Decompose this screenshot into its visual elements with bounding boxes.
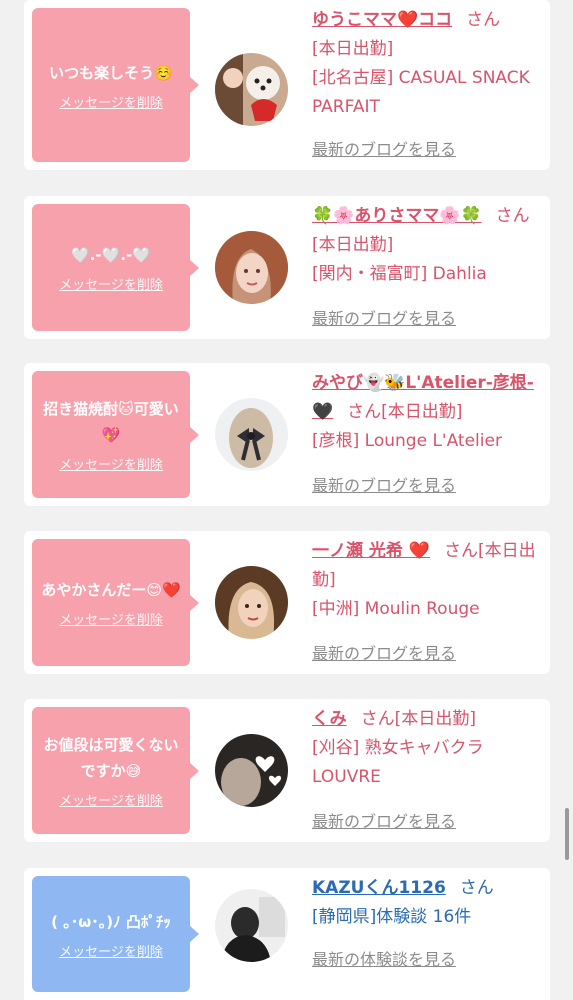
blog-link[interactable]: 最新のブログを見る bbox=[312, 640, 456, 664]
shop-location: [関内・福富町] Dahlia bbox=[312, 264, 487, 284]
message-text: いつも楽しそう☺️ bbox=[49, 63, 173, 82]
message-bubble: お値段は可愛くないですか😅 メッセージを削除 bbox=[32, 707, 199, 834]
user-name-link[interactable]: くみ bbox=[312, 709, 347, 729]
user-info: KAZUくん1126 さん [静岡県]体験談 16件 bbox=[312, 874, 538, 932]
avatar-dog-photo-icon bbox=[215, 53, 288, 126]
message-card: 招き猫焼酎🐱可愛い💖 メッセージを削除 みやび👻🐝L'Atelier-彦根-🖤 さ… bbox=[24, 363, 550, 506]
scrollbar[interactable] bbox=[565, 808, 569, 860]
user-info: 🍀🌸ありさママ🌸🍀 さん[本日出勤] [関内・福富町] Dahlia bbox=[312, 202, 538, 289]
message-card: いつも楽しそう☺️ メッセージを削除 ゆうこママ❤️ココ さん [本日出勤] [北… bbox=[24, 0, 550, 170]
message-bubble: あやかさんだー😊❤️ メッセージを削除 bbox=[32, 539, 199, 666]
delete-message-link[interactable]: メッセージを削除 bbox=[59, 274, 163, 293]
honorific: さん[本日出勤] bbox=[360, 709, 476, 729]
shop-location: [彦根] Lounge L'Atelier bbox=[312, 431, 502, 451]
user-info: くみ さん[本日出勤] [刈谷] 熟女キャバクラ LOUVRE bbox=[312, 705, 538, 792]
user-name-link[interactable]: 🍀🌸ありさママ🌸🍀 bbox=[312, 206, 482, 226]
message-card: ( ｡･ω･｡)ﾉ 凸ﾎﾟﾁｯ メッセージを削除 KAZUくん1126 さん [静… bbox=[24, 868, 550, 1000]
blog-link[interactable]: 最新のブログを見る bbox=[312, 136, 456, 160]
avatar[interactable] bbox=[215, 889, 288, 962]
blog-link[interactable]: 最新のブログを見る bbox=[312, 808, 456, 832]
user-info: みやび👻🐝L'Atelier-彦根-🖤 さん[本日出勤] [彦根] Lounge … bbox=[312, 369, 538, 456]
honorific: さん bbox=[466, 10, 501, 30]
message-text: あやかさんだー😊❤️ bbox=[41, 581, 181, 599]
message-card: お値段は可愛くないですか😅 メッセージを削除 くみ さん[本日出勤] [刈谷] 熟… bbox=[24, 699, 550, 842]
blog-link[interactable]: 最新のブログを見る bbox=[312, 472, 456, 496]
shop-location: [北名古屋] CASUAL SNACK PARFAIT bbox=[312, 68, 530, 117]
avatar[interactable] bbox=[215, 53, 288, 126]
message-text: 招き猫焼酎🐱可愛い💖 bbox=[43, 400, 179, 444]
user-name-link[interactable]: ゆうこママ❤️ココ bbox=[312, 10, 452, 30]
message-bubble: 🤍.-🤍.-🤍 メッセージを削除 bbox=[32, 204, 199, 331]
delete-message-link[interactable]: メッセージを削除 bbox=[59, 92, 163, 111]
message-text: ( ｡･ω･｡)ﾉ 凸ﾎﾟﾁｯ bbox=[51, 912, 171, 931]
avatar-woman-photo-icon bbox=[215, 566, 288, 639]
avatar[interactable] bbox=[215, 231, 288, 304]
user-name-link[interactable]: KAZUくん1126 bbox=[312, 878, 446, 898]
message-card: 🤍.-🤍.-🤍 メッセージを削除 🍀🌸ありさママ🌸🍀 さん[本日出勤] [関内・福… bbox=[24, 196, 550, 339]
message-bubble: いつも楽しそう☺️ メッセージを削除 bbox=[32, 8, 199, 162]
message-text: お値段は可愛くないですか😅 bbox=[43, 736, 179, 780]
avatar-woman-photo-icon bbox=[215, 231, 288, 304]
user-info: ゆうこママ❤️ココ さん [本日出勤] [北名古屋] CASUAL SNACK P… bbox=[312, 6, 538, 122]
shop-location: [刈谷] 熟女キャバクラ LOUVRE bbox=[312, 738, 484, 787]
avatar-hearts-photo-icon bbox=[215, 734, 288, 807]
delete-message-link[interactable]: メッセージを削除 bbox=[59, 609, 163, 628]
delete-message-link[interactable]: メッセージを削除 bbox=[59, 454, 163, 473]
avatar[interactable] bbox=[215, 398, 288, 471]
honorific: さん[本日出勤] bbox=[347, 402, 463, 422]
honorific: さん bbox=[459, 878, 494, 898]
review-count: [静岡県]体験談 16件 bbox=[312, 907, 472, 927]
delete-message-link[interactable]: メッセージを削除 bbox=[59, 790, 163, 809]
review-link[interactable]: 最新の体験談を見る bbox=[312, 946, 456, 970]
message-bubble: ( ｡･ω･｡)ﾉ 凸ﾎﾟﾁｯ メッセージを削除 bbox=[32, 876, 199, 992]
blog-link[interactable]: 最新のブログを見る bbox=[312, 305, 456, 329]
user-name-link[interactable]: 一ノ瀬 光希 ❤️ bbox=[312, 541, 430, 561]
work-status: [本日出勤] bbox=[312, 39, 394, 59]
delete-message-link[interactable]: メッセージを削除 bbox=[59, 941, 163, 960]
user-info: 一ノ瀬 光希 ❤️ さん[本日出勤] [中洲] Moulin Rouge bbox=[312, 537, 538, 624]
avatar[interactable] bbox=[215, 566, 288, 639]
avatar-man-photo-icon bbox=[215, 889, 288, 962]
message-bubble: 招き猫焼酎🐱可愛い💖 メッセージを削除 bbox=[32, 371, 199, 498]
avatar-hair-ribbon-photo-icon bbox=[215, 398, 288, 471]
message-text: 🤍.-🤍.-🤍 bbox=[71, 246, 151, 264]
avatar[interactable] bbox=[215, 734, 288, 807]
message-card: あやかさんだー😊❤️ メッセージを削除 一ノ瀬 光希 ❤️ さん[本日出勤] [中… bbox=[24, 531, 550, 674]
shop-location: [中洲] Moulin Rouge bbox=[312, 599, 480, 619]
